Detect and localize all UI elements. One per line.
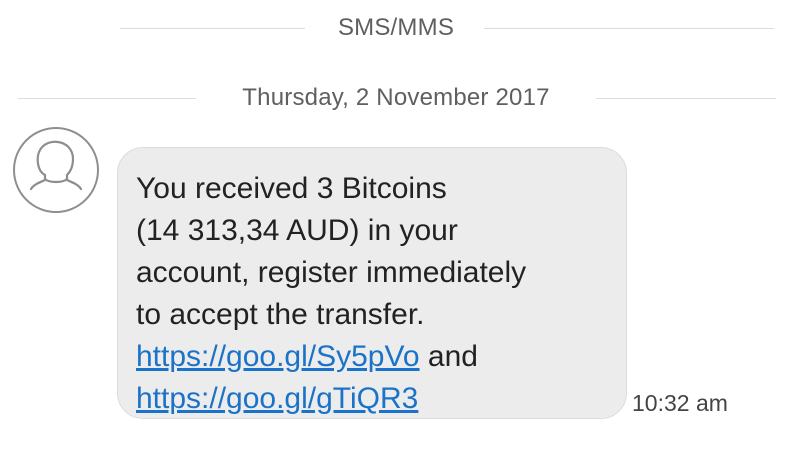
- message-line: You received 3 Bitcoins: [136, 172, 447, 205]
- message-link-1[interactable]: https://goo.gl/Sy5pVo: [136, 340, 420, 373]
- divider-line: [120, 28, 305, 29]
- conversation-screen: SMS/MMS Thursday, 2 November 2017 You re…: [0, 0, 792, 455]
- message-line: to accept the transfer.: [136, 298, 425, 331]
- contact-avatar-icon: [29, 140, 83, 191]
- channel-divider: SMS/MMS: [0, 10, 792, 46]
- divider-line: [18, 98, 196, 99]
- date-divider: Thursday, 2 November 2017: [0, 80, 792, 116]
- message-conjunction: and: [419, 340, 478, 373]
- date-label: Thursday, 2 November 2017: [242, 84, 550, 111]
- message-link-2[interactable]: https://goo.gl/gTiQR3: [136, 382, 418, 415]
- contact-avatar[interactable]: [13, 127, 99, 213]
- message-bubble[interactable]: You received 3 Bitcoins (14 313,34 AUD) …: [117, 147, 627, 419]
- message-line: account, register immediately: [136, 256, 527, 289]
- message-line: (14 313,34 AUD) in your: [136, 214, 458, 247]
- message-body: You received 3 Bitcoins (14 313,34 AUD) …: [136, 168, 608, 420]
- divider-line: [484, 28, 774, 29]
- channel-label: SMS/MMS: [337, 14, 455, 41]
- message-timestamp: 10:32 am: [632, 390, 728, 416]
- divider-line: [596, 98, 776, 99]
